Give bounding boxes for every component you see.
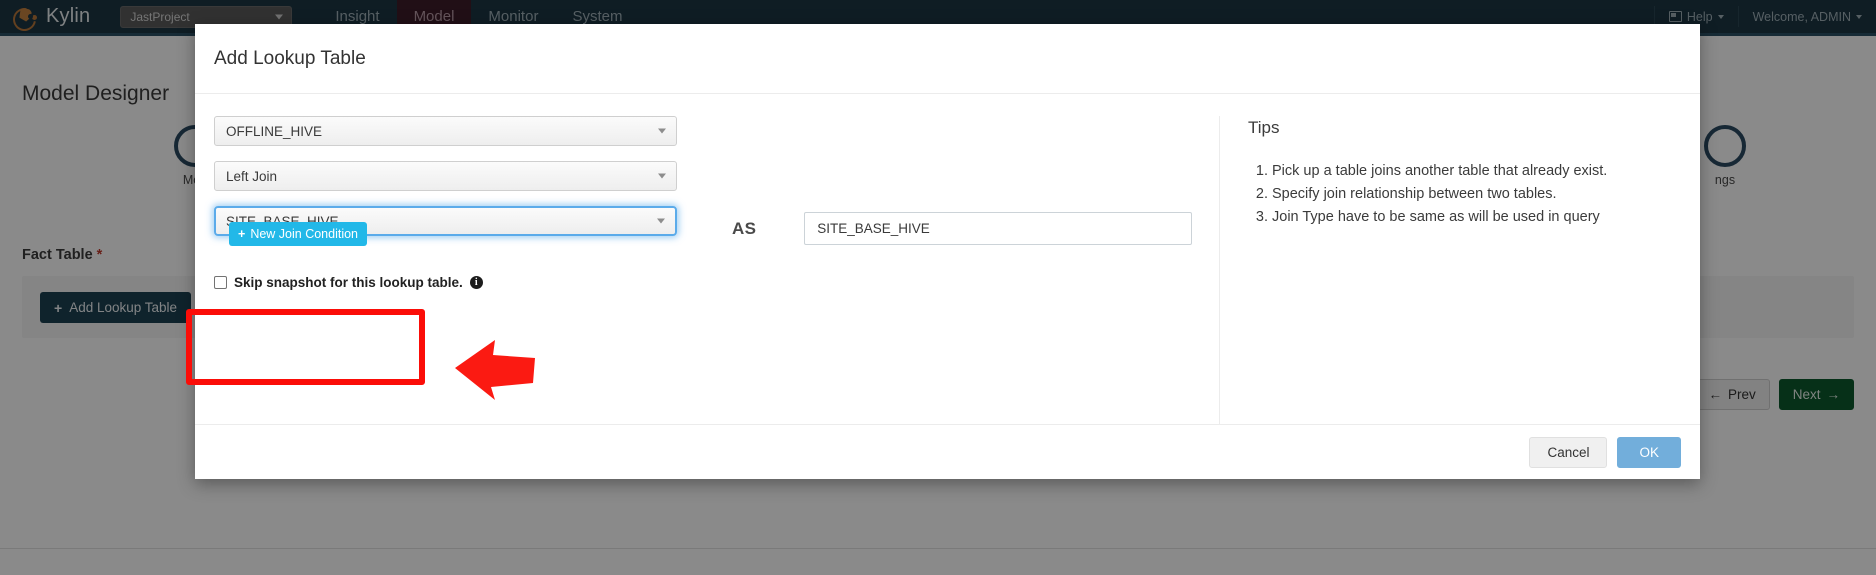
tips-item: Specify join relationship between two ta… bbox=[1272, 183, 1672, 205]
dialog-header: Add Lookup Table bbox=[195, 24, 1700, 94]
screenshot-root: Kylin JastProject Insight Model Monitor … bbox=[0, 0, 1876, 575]
alias-input-value: SITE_BASE_HIVE bbox=[817, 221, 930, 236]
tips-column: Tips Pick up a table joins another table… bbox=[1219, 116, 1681, 424]
data-source-value: OFFLINE_HIVE bbox=[226, 123, 323, 139]
chevron-down-icon bbox=[658, 128, 666, 134]
alias-input[interactable]: SITE_BASE_HIVE bbox=[804, 212, 1193, 245]
dialog-footer: Cancel OK bbox=[195, 424, 1700, 479]
tips-list: Pick up a table joins another table that… bbox=[1248, 160, 1672, 228]
add-lookup-table-dialog: Add Lookup Table OFFLINE_HIVE Left Join … bbox=[195, 24, 1700, 479]
skip-snapshot-checkbox[interactable] bbox=[214, 276, 227, 289]
tips-item: Join Type have to be same as will be use… bbox=[1272, 206, 1672, 228]
join-type-select[interactable]: Left Join bbox=[214, 161, 677, 191]
dialog-body: OFFLINE_HIVE Left Join SITE_BASE_HIVE AS… bbox=[195, 94, 1700, 424]
chevron-down-icon bbox=[658, 173, 666, 179]
new-join-condition-button[interactable]: + New Join Condition bbox=[229, 222, 368, 246]
cancel-button[interactable]: Cancel bbox=[1529, 436, 1608, 468]
new-join-condition-label: New Join Condition bbox=[250, 227, 359, 241]
tips-title: Tips bbox=[1248, 118, 1280, 137]
info-icon[interactable]: i bbox=[469, 276, 483, 289]
skip-snapshot-row[interactable]: Skip snapshot for this lookup table. i bbox=[214, 275, 1219, 290]
dialog-title: Add Lookup Table bbox=[214, 47, 366, 69]
as-label: AS bbox=[732, 218, 757, 238]
skip-snapshot-label: Skip snapshot for this lookup table. bbox=[234, 275, 463, 290]
plus-icon: + bbox=[238, 227, 246, 241]
ok-button[interactable]: OK bbox=[1617, 436, 1681, 468]
form-column: OFFLINE_HIVE Left Join SITE_BASE_HIVE AS… bbox=[214, 116, 1219, 424]
data-source-select[interactable]: OFFLINE_HIVE bbox=[214, 116, 677, 146]
tips-item: Pick up a table joins another table that… bbox=[1272, 160, 1672, 182]
join-type-value: Left Join bbox=[226, 168, 278, 184]
chevron-down-icon bbox=[657, 218, 665, 224]
